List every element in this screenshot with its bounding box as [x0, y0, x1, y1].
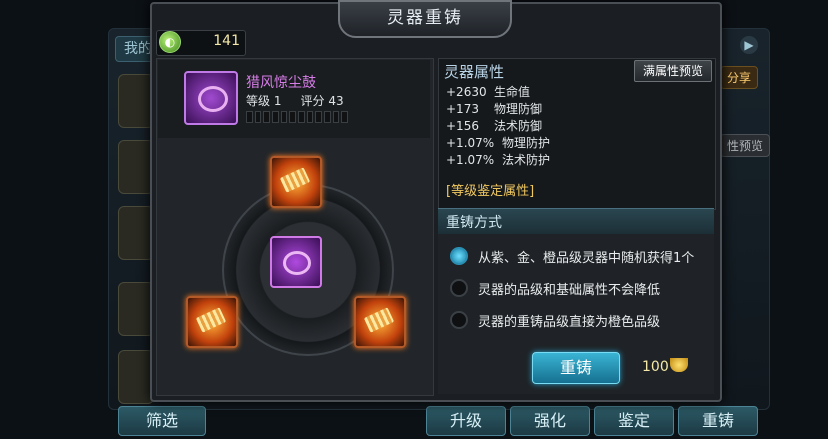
recast-button[interactable]: 重铸	[532, 352, 620, 384]
attribute-row: +156 法术防御	[446, 119, 543, 133]
upgrade-tab-button[interactable]: 升级	[426, 406, 506, 436]
recast-cost: 100	[642, 359, 669, 375]
green-coin-icon: ◐	[159, 31, 181, 53]
material-scroll-icon	[363, 307, 395, 333]
center-item-slot[interactable]	[270, 236, 322, 288]
drum-item-icon	[283, 251, 311, 275]
material-slot-top[interactable]	[270, 156, 322, 208]
material-slot-left[interactable]	[186, 296, 238, 348]
drum-item-icon[interactable]	[184, 71, 238, 125]
background-item-slot[interactable]	[118, 350, 154, 404]
attribute-row: +2630 生命值	[446, 85, 531, 99]
option-label: 灵器的重铸品级直接为橙色品级	[478, 314, 661, 330]
background-item-slot[interactable]	[118, 140, 154, 194]
currency-value: 141	[213, 33, 240, 49]
attribute-title: 灵器属性	[444, 63, 505, 81]
material-scroll-icon	[195, 307, 227, 333]
radio-icon[interactable]	[450, 279, 468, 297]
attribute-row: +1.07% 物理防护	[446, 136, 551, 150]
play-arrow-icon[interactable]: ▶	[740, 36, 758, 54]
background-item-slot[interactable]	[118, 74, 154, 128]
radio-icon[interactable]	[450, 311, 468, 329]
item-name: 猎风惊尘鼓	[246, 75, 316, 91]
grade-attribute-title: [等级鉴定属性]	[446, 184, 535, 199]
background-item-slot[interactable]	[118, 206, 154, 260]
item-score: 评分 43	[300, 94, 344, 108]
item-stats: 等级 1 评分 43	[246, 92, 344, 109]
recast-tab-button[interactable]: 重铸	[678, 406, 758, 436]
method-option-random[interactable]: 从紫、金、橙品级灵器中随机获得1个	[450, 245, 694, 267]
gold-ingot-icon	[670, 358, 688, 372]
dialog-title: 灵器重铸	[338, 0, 512, 38]
enhance-tab-button[interactable]: 强化	[510, 406, 590, 436]
attribute-list: +2630 生命值 +173 物理防御 +156 法术防御 +1.07% 物理防护 +1…	[446, 84, 550, 169]
identify-tab-button[interactable]: 鉴定	[594, 406, 674, 436]
share-button[interactable]: 分享	[720, 66, 759, 89]
background-preview-button[interactable]: 性预览	[720, 134, 771, 157]
material-slot-right[interactable]	[354, 296, 406, 348]
method-option-keep-base[interactable]: 灵器的品级和基础属性不会降低	[450, 277, 660, 299]
option-label: 灵器的品级和基础属性不会降低	[478, 282, 661, 298]
background-item-slot[interactable]	[118, 282, 154, 336]
filter-button[interactable]: 筛选	[118, 406, 206, 436]
item-level: 等级 1	[246, 94, 282, 108]
radio-selected-icon[interactable]	[450, 247, 468, 265]
full-preview-button[interactable]: 满属性预览	[634, 60, 712, 82]
material-scroll-icon	[279, 167, 311, 193]
attribute-row: +173 物理防御	[446, 102, 543, 116]
option-label: 从紫、金、橙品级灵器中随机获得1个	[478, 250, 695, 266]
attribute-row: +1.07% 法术防护	[446, 153, 551, 167]
method-title: 重铸方式	[446, 215, 502, 231]
method-option-orange[interactable]: 灵器的重铸品级直接为橙色品级	[450, 309, 660, 331]
item-progress-bar	[246, 111, 349, 123]
